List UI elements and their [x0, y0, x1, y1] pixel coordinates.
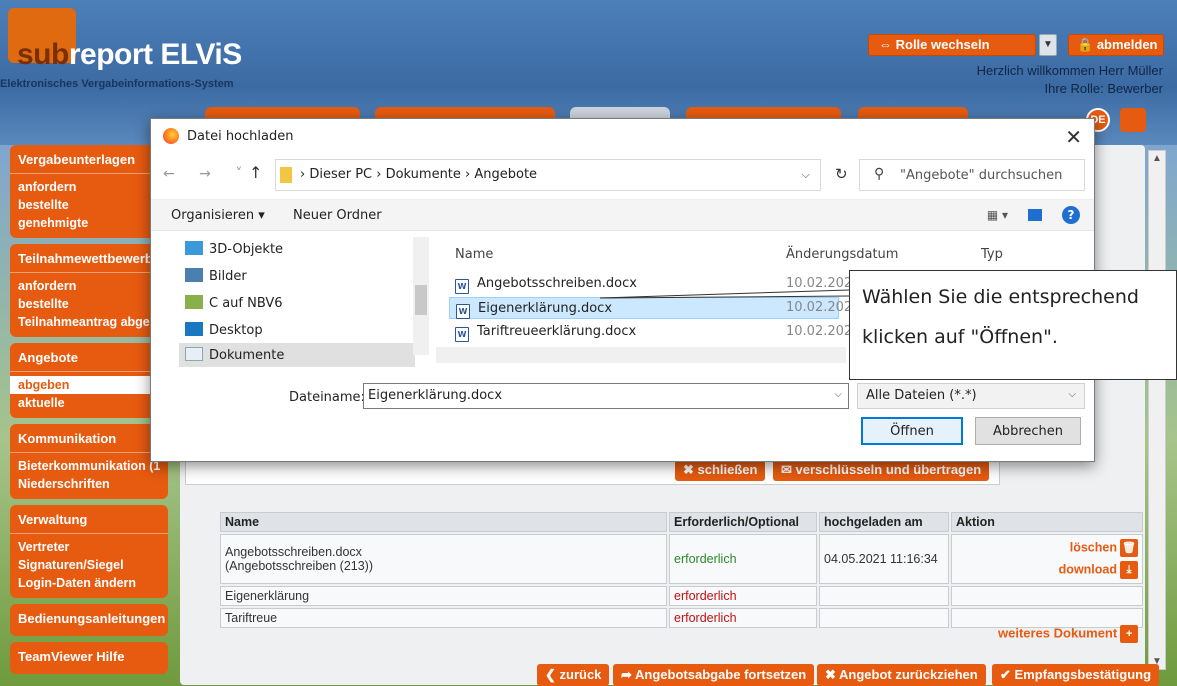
callout-line: Wählen Sie die entsprechend — [862, 286, 1139, 308]
callout-line: klicken auf "Öffnen". — [862, 326, 1058, 348]
instruction-callout: Wählen Sie die entsprechend klicken auf … — [849, 270, 1177, 380]
